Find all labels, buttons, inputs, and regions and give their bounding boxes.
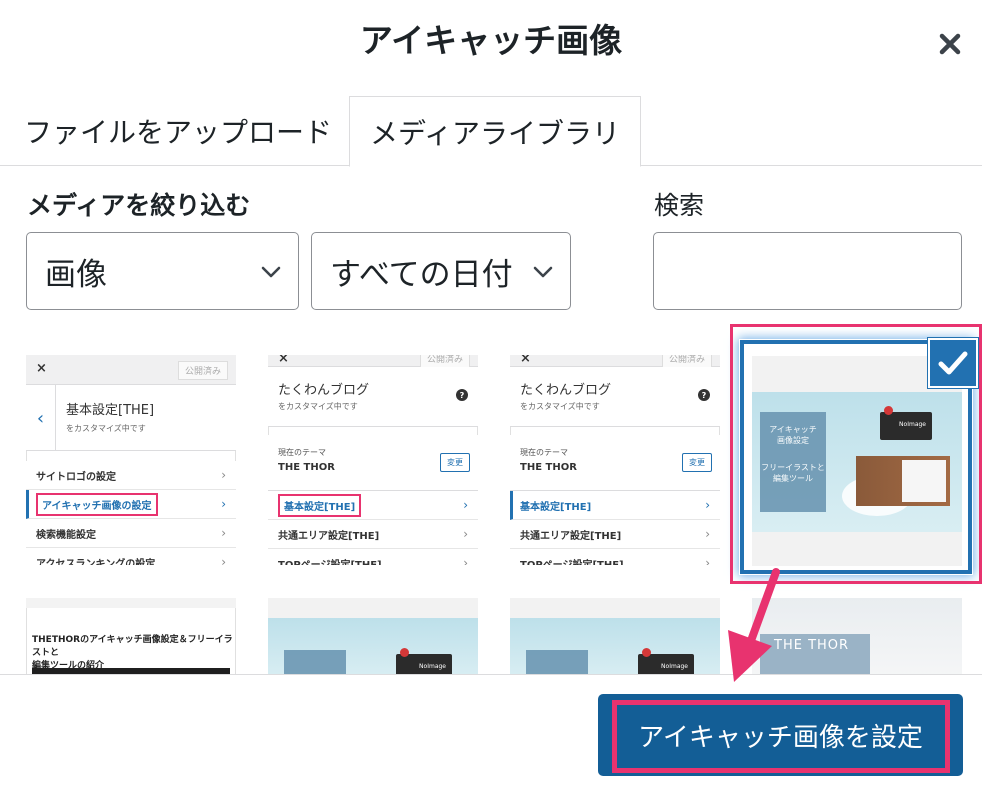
media-thumbnail[interactable]: NoImage <box>268 598 478 674</box>
selected-check-button[interactable] <box>928 338 978 388</box>
media-thumbnail[interactable]: THETHORのアイキャッチ画像設定＆フリーイラストと 編集ツールの紹介 <box>26 598 236 674</box>
media-thumbnail[interactable]: × 公開済み たくわんブログ をカスタマイズ中です ? 現在のテーマ THE T… <box>510 355 720 565</box>
customizer-theme: 現在のテーマ THE THOR 変更 <box>268 435 478 491</box>
customizer-row: 基本設定[THE] › <box>510 491 720 520</box>
help-icon: ? <box>698 389 710 401</box>
customizer-row: アクセスランキングの設定 › <box>26 548 236 565</box>
modal-title: アイキャッチ画像 <box>359 21 623 60</box>
filter-label: メディアを絞り込む <box>27 191 251 220</box>
date-value: すべての日付 <box>330 256 513 293</box>
customizer-row: アイキャッチ画像の設定 › <box>26 490 236 519</box>
customizer-row: 検索機能設定 › <box>26 519 236 548</box>
media-type-select[interactable]: 画像 <box>26 232 299 310</box>
checkmark-icon <box>938 351 968 375</box>
customizer-row: サイトロゴの設定 › <box>26 461 236 490</box>
customizer-header: たくわんブログ をカスタマイズ中です ? <box>510 367 720 427</box>
media-thumbnail[interactable]: NoImage <box>510 598 720 674</box>
customizer-topbar: × 公開済み <box>268 355 478 368</box>
media-thumbnail[interactable]: × 公開済み ‹ 基本設定[THE] をカスタマイズ中です サイトロゴの設定 › … <box>26 355 236 565</box>
media-thumbnail[interactable]: × 公開済み たくわんブログ をカスタマイズ中です ? 現在のテーマ THE T… <box>268 355 478 565</box>
tab-upload-files[interactable]: ファイルをアップロード <box>10 96 346 166</box>
chevron-right-icon: › <box>221 497 226 511</box>
set-featured-image-button[interactable]: アイキャッチ画像を設定 <box>598 694 963 776</box>
chevron-right-icon: › <box>221 526 226 540</box>
chevron-down-icon <box>533 266 553 278</box>
customizer-header: ‹ 基本設定[THE] をカスタマイズ中です <box>26 385 236 451</box>
search-input[interactable] <box>653 232 962 310</box>
customizer-subtitle: をカスタマイズ中です <box>66 424 146 433</box>
customizer-row: 共通エリア設定[THE] › <box>268 520 478 549</box>
close-button[interactable] <box>930 24 970 64</box>
date-select[interactable]: すべての日付 <box>311 232 571 310</box>
chevron-right-icon: › <box>463 498 468 512</box>
chevron-left-icon: ‹ <box>26 385 56 451</box>
brand-text: THE THOR <box>774 638 850 653</box>
media-thumbnail[interactable]: THE THOR <box>752 598 962 674</box>
chevron-right-icon: › <box>705 498 710 512</box>
customizer-title: 基本設定[THE] <box>66 403 155 418</box>
chevron-right-icon: › <box>221 555 226 565</box>
media-type-value: 画像 <box>45 256 107 293</box>
chevron-right-icon: › <box>221 468 226 482</box>
customizer-publish: 公開済み <box>177 361 228 380</box>
search-label: 検索 <box>654 191 705 220</box>
customizer-topbar: × 公開済み <box>510 355 720 368</box>
customizer-theme: 現在のテーマ THE THOR 変更 <box>510 435 720 491</box>
noimage-badge: NoImage <box>396 654 452 674</box>
customizer-row: TOPページ設定[THE] › <box>268 549 478 565</box>
customizer-close: × <box>36 361 47 376</box>
chevron-right-icon: › <box>705 556 710 565</box>
customizer-header: たくわんブログ をカスタマイズ中です ? <box>268 367 478 427</box>
chevron-right-icon: › <box>705 527 710 541</box>
chevron-right-icon: › <box>463 527 468 541</box>
chevron-down-icon <box>261 266 281 278</box>
customizer-row: 共通エリア設定[THE] › <box>510 520 720 549</box>
media-tabs: ファイルをアップロード メディアライブラリ <box>0 96 982 167</box>
customizer-topbar: × 公開済み <box>26 355 236 385</box>
customizer-row: TOPページ設定[THE] › <box>510 549 720 565</box>
help-icon: ? <box>456 389 468 401</box>
customizer-row: 基本設定[THE] › <box>268 491 478 520</box>
noimage-badge: NoImage <box>638 654 694 674</box>
tab-media-library[interactable]: メディアライブラリ <box>349 96 641 167</box>
set-featured-image-label: アイキャッチ画像を設定 <box>638 722 923 753</box>
close-icon <box>939 33 961 55</box>
chevron-right-icon: › <box>463 556 468 565</box>
